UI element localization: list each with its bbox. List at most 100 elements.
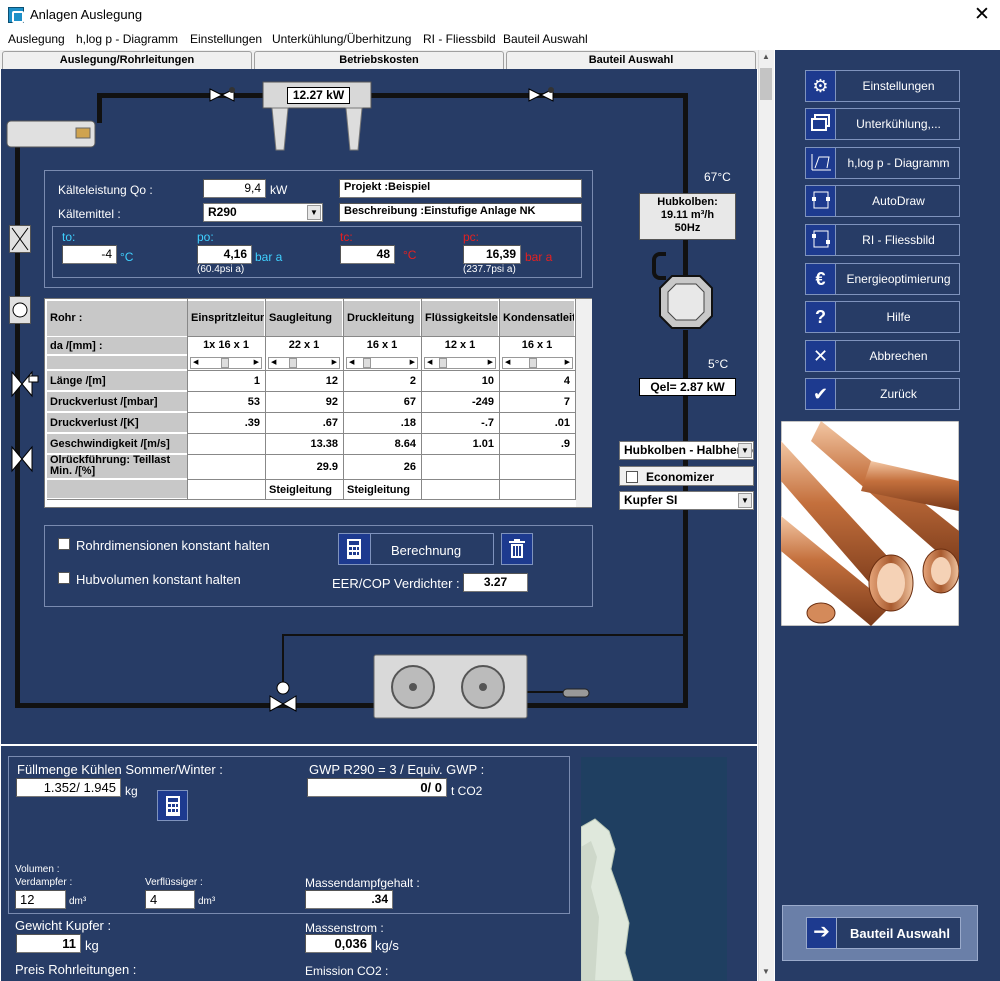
gwp-label: GWP R290 = 3 / Equiv. GWP :: [309, 762, 485, 777]
material-select[interactable]: Kupfer SI ▼: [619, 491, 754, 510]
row-label-scroll: [47, 356, 187, 370]
cell-mbar-druck: 67: [403, 396, 416, 408]
cell-steig-druck: Steigleitung: [347, 484, 410, 496]
to-input[interactable]: -4: [62, 245, 117, 264]
solenoid-valve-icon: [11, 370, 39, 398]
cell-laenge-saug[interactable]: 12: [266, 375, 341, 387]
cell-steig-saug: Steigleitung: [269, 484, 332, 496]
kaeltemittel-select[interactable]: R290 ▼: [203, 203, 323, 222]
menu-ri-fliessbild[interactable]: RI - Fliessbild: [423, 32, 496, 46]
pipe-feeler-line: [282, 634, 684, 636]
da-scrollbar-saug[interactable]: ◀ ▶: [268, 357, 340, 369]
pipe-table: Rohr : Einspritzleitung Saugleitung Druc…: [44, 298, 592, 508]
gewicht-value: 11: [16, 934, 81, 953]
condenser-power-value: 12.27 kW: [287, 87, 350, 104]
hubvol-label: Hubvolumen konstant halten: [76, 572, 241, 587]
chevron-down-icon[interactable]: ▼: [307, 205, 321, 220]
cell-k-einspritz: .39: [244, 417, 260, 429]
economizer-checkbox[interactable]: [626, 471, 638, 483]
fuellmenge-value: 1.352/ 1.945: [16, 778, 121, 797]
einstellungen-button[interactable]: ⚙ Einstellungen: [805, 70, 960, 102]
berechnung-button[interactable]: Berechnung: [338, 533, 494, 565]
massenstrom-value: 0,036: [305, 934, 372, 953]
eer-value: 3.27: [463, 573, 528, 592]
charge-calculator-icon[interactable]: [157, 790, 188, 821]
tab-betriebskosten[interactable]: Betriebskosten: [254, 51, 504, 69]
kaelteleistung-label: Kälteleistung Qo :: [58, 183, 153, 197]
chevron-down-icon[interactable]: ▼: [738, 493, 752, 508]
trash-icon[interactable]: [501, 533, 533, 565]
question-icon: ?: [806, 302, 836, 332]
menu-hlogp[interactable]: h,log p - Diagramm: [76, 32, 178, 46]
menu-auslegung[interactable]: Auslegung: [8, 32, 65, 46]
table-header-saug: Saugleitung: [266, 301, 342, 336]
autodraw-label: AutoDraw: [872, 194, 925, 208]
close-icon[interactable]: ✕: [970, 3, 994, 27]
pipe-right-upper: [683, 93, 688, 278]
hubvol-checkbox[interactable]: [58, 572, 70, 584]
scrollbar-thumb[interactable]: [760, 68, 772, 100]
unterkuehlung-button[interactable]: Unterkühlung,...: [805, 108, 960, 140]
economizer-option[interactable]: Economizer: [619, 466, 754, 486]
cell-laenge-einspritz[interactable]: 1: [188, 375, 263, 387]
row-label-steig: [47, 480, 187, 499]
title-bar: Anlagen Auslegung ✕: [0, 0, 1000, 30]
row-label-druckverlust-mbar: Druckverlust /[mbar]: [47, 392, 187, 412]
massendampf-label: Massendampfgehalt :: [305, 876, 420, 890]
autodraw-button[interactable]: AutoDraw: [805, 185, 960, 217]
rohrdim-checkbox[interactable]: [58, 538, 70, 550]
table-header-rohr: Rohr :: [47, 301, 187, 336]
energieoptimierung-button[interactable]: € Energieoptimierung: [805, 263, 960, 295]
to-unit: °C: [120, 250, 134, 264]
cell-laenge-kondensat[interactable]: 4: [500, 375, 573, 387]
hlogp-button[interactable]: h,log p - Diagramm: [805, 147, 960, 179]
cell-k-druck: .18: [400, 417, 416, 429]
bauteil-auswahl-button[interactable]: ➔ Bauteil Auswahl: [806, 917, 961, 949]
menu-unterkuehlung[interactable]: Unterkühlung/Überhitzung: [272, 32, 411, 46]
da-scrollbar-kondensat[interactable]: ◀ ▶: [502, 357, 573, 369]
zurueck-button[interactable]: ✔ Zurück: [805, 378, 960, 410]
vertical-scrollbar[interactable]: [758, 50, 774, 981]
da-scrollbar-einspritz[interactable]: ◀ ▶: [190, 357, 262, 369]
pipe-top: [100, 93, 688, 98]
abbrechen-button[interactable]: ✕ Abbrechen: [805, 340, 960, 372]
cell-laenge-fluessig[interactable]: 10: [422, 375, 497, 387]
compressor-type-select[interactable]: Hubkolben - Halbhermetisch ▼: [619, 441, 754, 460]
calculator-icon: [339, 534, 371, 564]
menu-einstellungen[interactable]: Einstellungen: [190, 32, 262, 46]
da-scrollbar-fluessig[interactable]: ◀ ▶: [424, 357, 496, 369]
beschreibung-field[interactable]: Beschreibung :Einstufige Anlage NK: [339, 203, 582, 222]
menu-bauteil-auswahl[interactable]: Bauteil Auswahl: [503, 32, 588, 46]
ri-fliessbild-button[interactable]: RI - Fliessbild: [805, 224, 960, 256]
compressor-type-value: Hubkolben - Halbhermetisch: [624, 443, 753, 457]
cell-mbar-kondensat: 7: [563, 396, 570, 408]
cell-k-fluessig: -.7: [481, 417, 494, 429]
tab-auslegung[interactable]: Auslegung/Rohrleitungen: [2, 51, 252, 69]
chevron-down-icon[interactable]: ▼: [738, 443, 752, 458]
kaelteleistung-input[interactable]: 9,4: [203, 179, 266, 198]
hilfe-button[interactable]: ? Hilfe: [805, 301, 960, 333]
verfluessiger-value: 4: [145, 890, 195, 909]
cell-laenge-druck[interactable]: 2: [344, 375, 419, 387]
scroll-up-icon[interactable]: ▲: [760, 52, 772, 64]
cell-da-druck: 16 x 1: [366, 339, 398, 351]
po-psi: (60.4psi a): [197, 264, 245, 275]
cell-oel-druck: 26: [403, 461, 416, 473]
massendampf-value: .34: [305, 890, 393, 909]
da-scrollbar-druck[interactable]: ◀ ▶: [346, 357, 418, 369]
po-input[interactable]: 4,16: [197, 245, 252, 264]
table-header-fluessig: Flüssigkeitsleitung: [422, 301, 498, 336]
projekt-field[interactable]: Projekt :Beispiel: [339, 179, 582, 198]
verfluessiger-unit: dm³: [198, 896, 216, 907]
abbrechen-label: Abbrechen: [869, 349, 928, 363]
massenstrom-label: Massenstrom :: [305, 921, 384, 935]
tab-bauteil-auswahl[interactable]: Bauteil Auswahl: [506, 51, 756, 69]
cell-da-saug: 22 x 1: [288, 339, 320, 351]
table-filler: [576, 299, 592, 507]
table-header-kondensat: Kondensatleitung: [500, 301, 574, 336]
row-label-druckverlust-k: Druckverlust /[K]: [47, 413, 187, 433]
scroll-down-icon[interactable]: ▼: [760, 967, 772, 979]
gewicht-label: Gewicht Kupfer :: [15, 918, 112, 933]
pc-input[interactable]: 16,39: [463, 245, 521, 264]
tc-input[interactable]: 48: [340, 245, 395, 264]
